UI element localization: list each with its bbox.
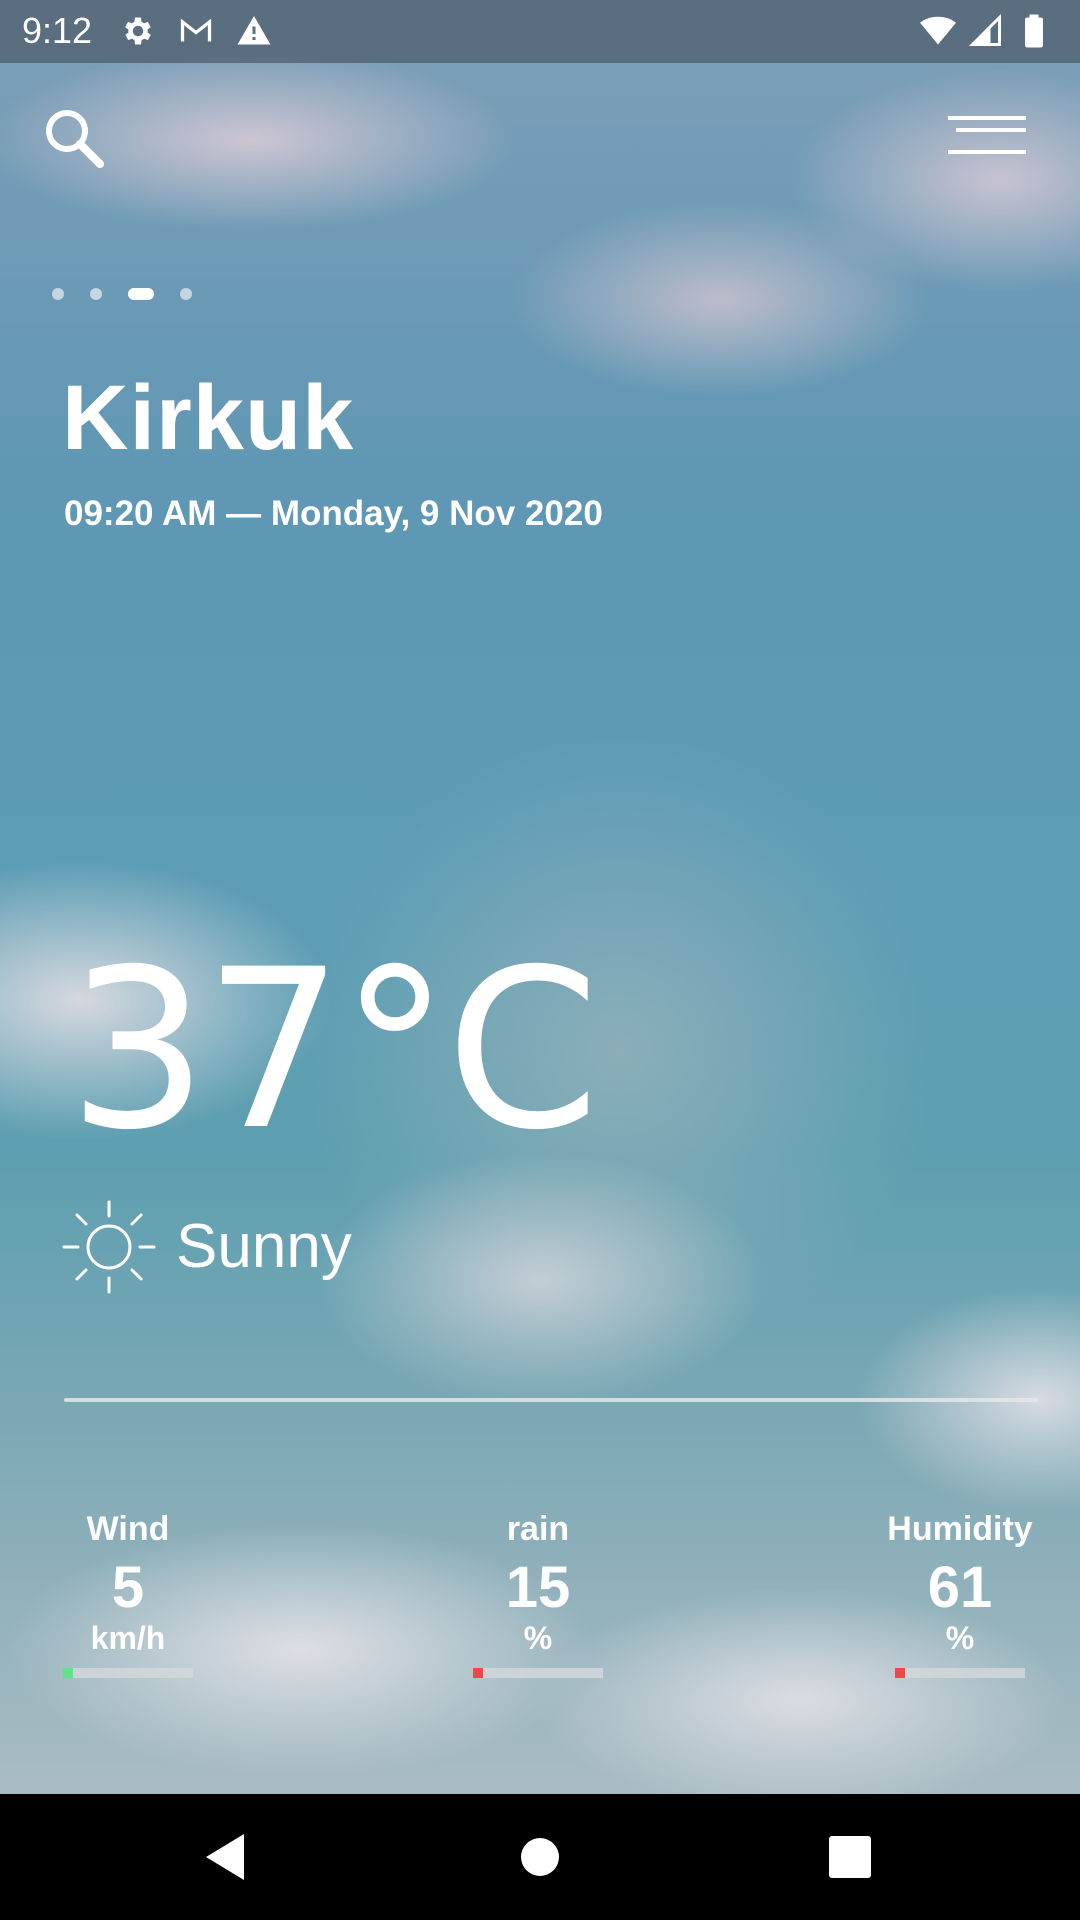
back-icon[interactable] (196, 1824, 262, 1890)
menu-icon[interactable] (944, 110, 1030, 162)
metric-value: 61 (927, 1555, 993, 1620)
metric-bar-fill (473, 1668, 484, 1678)
metric-wind: Wind 5 km/h (28, 1510, 228, 1678)
page-dot[interactable] (180, 288, 192, 300)
condition-row: Sunny (62, 1200, 352, 1294)
page-indicator (52, 288, 218, 300)
page-dot[interactable] (52, 288, 64, 300)
metric-bar-fill (63, 1668, 74, 1678)
metric-bar-fill (895, 1668, 906, 1678)
status-icons-right (920, 13, 1052, 49)
metric-unit: % (523, 1620, 553, 1656)
metric-bar (63, 1668, 193, 1678)
metric-label: Humidity (887, 1510, 1033, 1548)
metric-bar (895, 1668, 1025, 1678)
page-dot[interactable] (128, 288, 154, 300)
battery-icon (1025, 14, 1043, 48)
temperature: 37°C (68, 922, 600, 1178)
status-time: 9:12 (22, 10, 93, 51)
page-dot[interactable] (90, 288, 102, 300)
home-icon[interactable] (507, 1824, 573, 1890)
metric-humidity: Humidity 61 % (860, 1510, 1060, 1678)
divider (64, 1398, 1038, 1402)
recents-icon[interactable] (817, 1824, 883, 1890)
search-icon[interactable] (40, 104, 110, 174)
weather-screen: 9:12 Kirkuk 09:20 AM — Monday, 9 Nov 202… (0, 0, 1080, 1920)
status-bar: 9:12 (0, 0, 1080, 63)
wifi-icon (920, 16, 956, 45)
metric-bar (473, 1668, 603, 1678)
metric-value: 15 (505, 1555, 571, 1620)
metric-value: 5 (111, 1555, 145, 1620)
date-time: 09:20 AM — Monday, 9 Nov 2020 (64, 494, 603, 533)
warning-icon (237, 16, 271, 45)
metric-rain: rain 15 % (438, 1510, 638, 1678)
signal-icon (968, 13, 1001, 46)
sun-icon (62, 1200, 156, 1294)
metric-unit: km/h (90, 1620, 166, 1656)
gear-icon (125, 17, 151, 45)
gmail-icon (180, 18, 212, 42)
city-name: Kirkuk (62, 367, 355, 469)
condition-label: Sunny (176, 1212, 352, 1281)
metric-label: rain (506, 1510, 570, 1548)
metric-unit: % (945, 1620, 975, 1656)
status-icons-left (120, 13, 272, 49)
metric-label: Wind (86, 1510, 170, 1548)
navigation-bar (0, 1794, 1080, 1920)
